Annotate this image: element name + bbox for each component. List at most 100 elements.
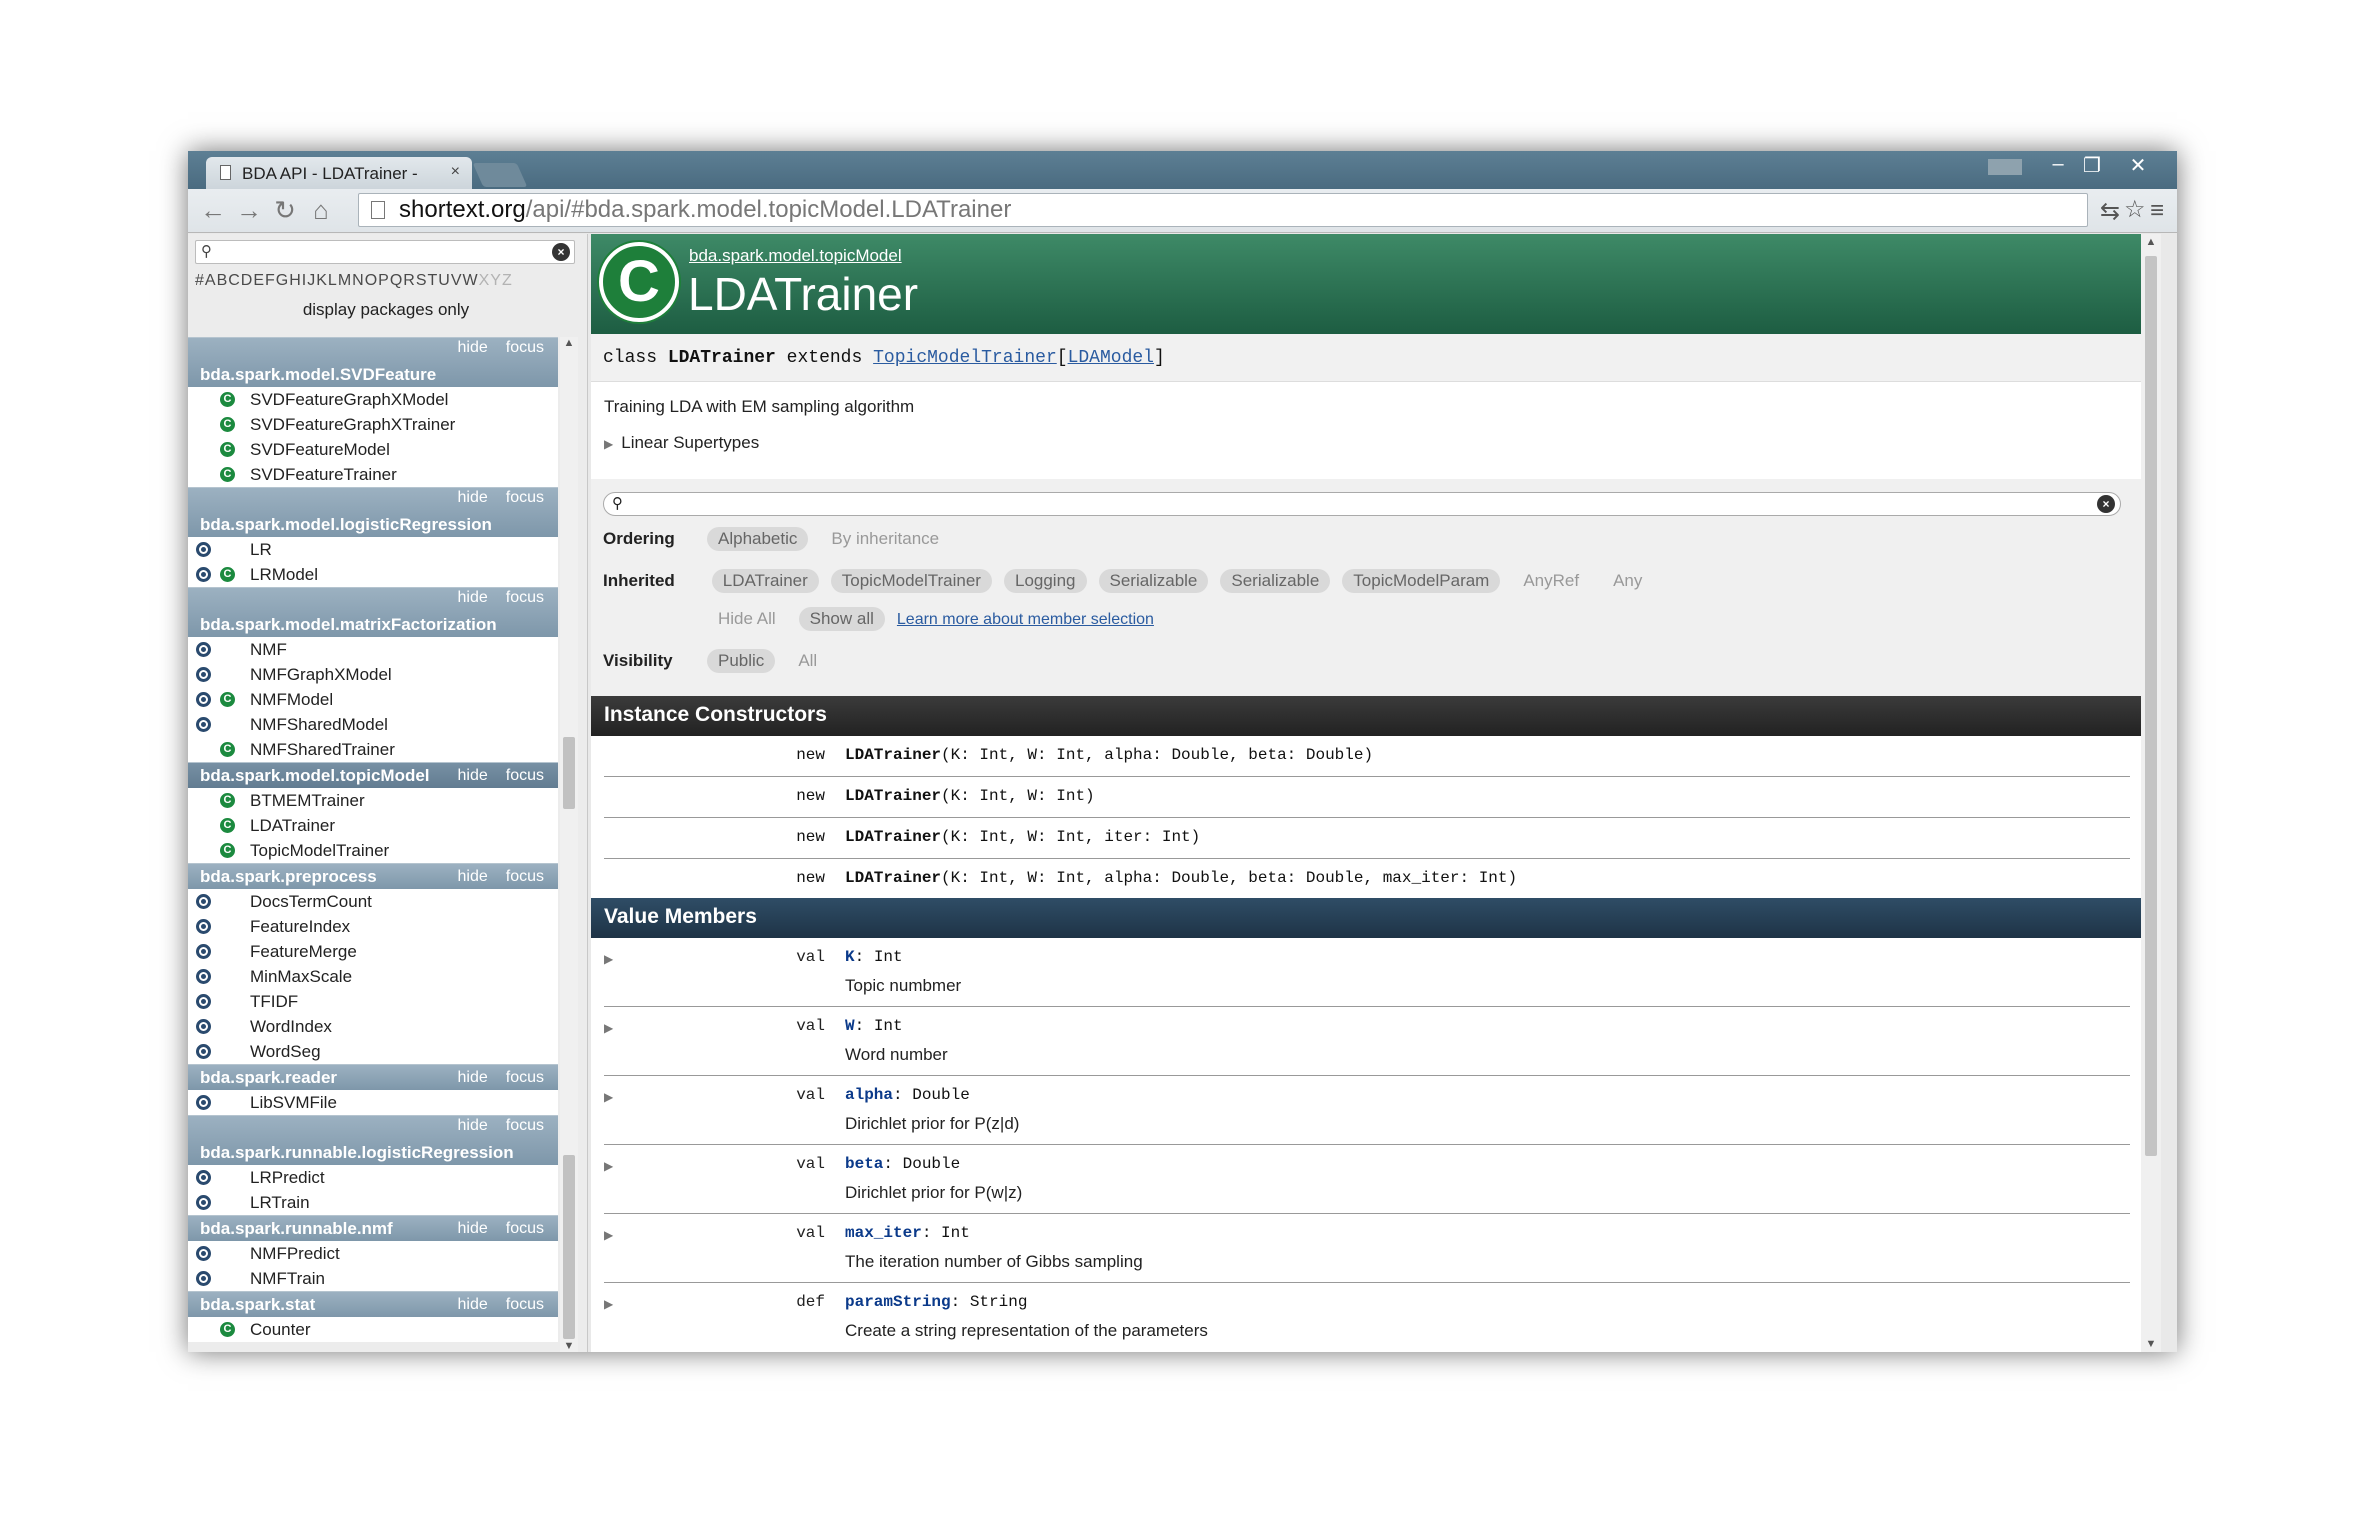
inherited-filter-pill[interactable]: Logging: [1003, 569, 1087, 593]
member-row[interactable]: ▶ val alpha: Double Dirichlet prior for P(z…: [604, 1076, 2130, 1145]
member-row[interactable]: ▶ val max_iter: Int The iteration number of…: [604, 1214, 2130, 1283]
list-item-label[interactable]: SVDFeatureGraphXModel: [250, 390, 448, 409]
list-item-label[interactable]: SVDFeatureModel: [250, 440, 390, 459]
list-item-label[interactable]: SVDFeatureTrainer: [250, 465, 397, 484]
list-item[interactable]: C TopicModelTrainer: [188, 838, 558, 863]
clear-search-icon[interactable]: ×: [2097, 495, 2115, 513]
object-icon[interactable]: [196, 1019, 211, 1034]
forward-arrow-icon[interactable]: →: [234, 195, 264, 226]
package-name[interactable]: bda.spark.model.matrixFactorization: [200, 615, 497, 635]
expand-triangle-icon[interactable]: ▶: [604, 1228, 613, 1242]
package-name[interactable]: bda.spark.model.logisticRegression: [200, 515, 492, 535]
package-header[interactable]: hide focus bda.spark.model.topicModel: [188, 762, 558, 788]
object-icon[interactable]: [196, 969, 211, 984]
list-item-label[interactable]: LDATrainer: [250, 816, 335, 835]
focus-package-link[interactable]: focus: [506, 489, 544, 506]
object-icon[interactable]: [196, 894, 211, 909]
member-name[interactable]: beta: [845, 1155, 883, 1173]
show-all-button[interactable]: Show all: [798, 607, 885, 631]
list-item[interactable]: MinMaxScale: [188, 964, 558, 989]
hide-package-link[interactable]: hide: [458, 589, 488, 606]
list-item-label[interactable]: NMFSharedTrainer: [250, 740, 395, 759]
list-item[interactable]: C SVDFeatureTrainer: [188, 462, 558, 487]
member-row[interactable]: ▶ def paramString: String Create a string r…: [604, 1283, 2130, 1352]
inherited-filter-pill[interactable]: TopicModelTrainer: [830, 569, 992, 593]
close-window-button[interactable]: ✕: [2121, 153, 2155, 178]
hide-package-link[interactable]: hide: [458, 1069, 488, 1086]
list-item-label[interactable]: TFIDF: [250, 992, 298, 1011]
package-header[interactable]: hide focus bda.spark.stat: [188, 1291, 558, 1317]
parent-class-link[interactable]: TopicModelTrainer: [873, 348, 1057, 368]
focus-package-link[interactable]: focus: [506, 339, 544, 356]
list-item[interactable]: C LRModel: [188, 562, 558, 587]
constructor-name[interactable]: LDATrainer: [845, 746, 941, 764]
object-icon[interactable]: [196, 642, 211, 657]
member-name[interactable]: K: [845, 948, 855, 966]
reload-icon[interactable]: ↻: [270, 195, 300, 226]
focus-package-link[interactable]: focus: [506, 1220, 544, 1237]
list-item[interactable]: WordIndex: [188, 1014, 558, 1039]
package-header[interactable]: hide focus bda.spark.model.matrixFactoriza…: [188, 587, 558, 637]
list-item-label[interactable]: TopicModelTrainer: [250, 841, 389, 860]
list-item[interactable]: FeatureMerge: [188, 939, 558, 964]
list-item-label[interactable]: NMFGraphXModel: [250, 665, 392, 684]
list-item[interactable]: LR: [188, 537, 558, 562]
object-icon[interactable]: [196, 1271, 211, 1286]
focus-package-link[interactable]: focus: [506, 1296, 544, 1313]
left-scroll-thumb[interactable]: [563, 1155, 575, 1339]
inherited-filter-pill[interactable]: Serializable: [1098, 569, 1209, 593]
left-scrollbar[interactable]: ▲ ▼: [560, 337, 578, 1352]
scroll-down-icon[interactable]: ▼: [560, 1340, 578, 1352]
list-item[interactable]: LibSVMFile: [188, 1090, 558, 1115]
member-row[interactable]: ▶ val W: Int Word number: [604, 1007, 2130, 1076]
focus-package-link[interactable]: focus: [506, 868, 544, 885]
package-header[interactable]: hide focus bda.spark.reader: [188, 1064, 558, 1090]
hide-all-button[interactable]: Hide All: [707, 607, 787, 631]
inherited-filter-option[interactable]: Any: [1602, 569, 1653, 593]
constructor-row[interactable]: new LDATrainer(K: Int, W: Int, alpha: Dou…: [604, 859, 2130, 900]
list-item-label[interactable]: MinMaxScale: [250, 967, 352, 986]
home-icon[interactable]: ⌂: [306, 195, 336, 226]
new-tab-button[interactable]: [472, 163, 528, 187]
package-path-link[interactable]: bda.spark.model.topicModel: [689, 246, 902, 266]
class-icon[interactable]: C: [220, 742, 235, 757]
profile-avatar-icon[interactable]: [1988, 159, 2022, 175]
visibility-all[interactable]: All: [787, 649, 828, 673]
list-item[interactable]: NMFGraphXModel: [188, 662, 558, 687]
hide-package-link[interactable]: hide: [458, 489, 488, 506]
class-icon[interactable]: C: [220, 392, 235, 407]
package-header[interactable]: hide focus bda.spark.runnable.nmf: [188, 1215, 558, 1241]
visibility-public[interactable]: Public: [707, 649, 776, 673]
list-item-label[interactable]: Counter: [250, 1320, 310, 1339]
constructor-name[interactable]: LDATrainer: [845, 787, 941, 805]
scroll-up-icon[interactable]: ▲: [560, 337, 578, 349]
list-item-label[interactable]: NMFTrain: [250, 1269, 325, 1288]
list-item[interactable]: NMF: [188, 637, 558, 662]
letter-index[interactable]: #ABCDEFGHIJKLMNOPQRSTUVWXYZ: [195, 272, 513, 290]
list-item[interactable]: C Counter: [188, 1317, 558, 1342]
object-icon[interactable]: [196, 542, 211, 557]
bookmark-star-icon[interactable]: ☆: [2124, 195, 2146, 224]
class-icon[interactable]: C: [220, 442, 235, 457]
scroll-down-icon[interactable]: ▼: [2141, 1338, 2161, 1350]
class-icon[interactable]: C: [220, 1322, 235, 1337]
ordering-alphabetic[interactable]: Alphabetic: [707, 527, 809, 551]
hide-package-link[interactable]: hide: [458, 1296, 488, 1313]
inherited-filter-pill[interactable]: LDATrainer: [711, 569, 819, 593]
class-icon[interactable]: C: [220, 692, 235, 707]
list-item[interactable]: FeatureIndex: [188, 914, 558, 939]
expand-triangle-icon[interactable]: ▶: [604, 1090, 613, 1104]
back-arrow-icon[interactable]: ←: [198, 195, 228, 226]
constructor-row[interactable]: new LDATrainer(K: Int, W: Int): [604, 777, 2130, 818]
object-icon[interactable]: [196, 1246, 211, 1261]
class-icon[interactable]: C: [220, 818, 235, 833]
class-icon[interactable]: C: [220, 417, 235, 432]
object-icon[interactable]: [196, 994, 211, 1009]
list-item-label[interactable]: LRModel: [250, 565, 318, 584]
minimize-button[interactable]: –: [2041, 153, 2075, 176]
object-icon[interactable]: [196, 667, 211, 682]
object-icon[interactable]: [196, 1044, 211, 1059]
list-item-label[interactable]: NMFModel: [250, 690, 333, 709]
translate-icon[interactable]: ⇆: [2100, 197, 2120, 226]
package-name[interactable]: bda.spark.runnable.logisticRegression: [200, 1143, 514, 1163]
